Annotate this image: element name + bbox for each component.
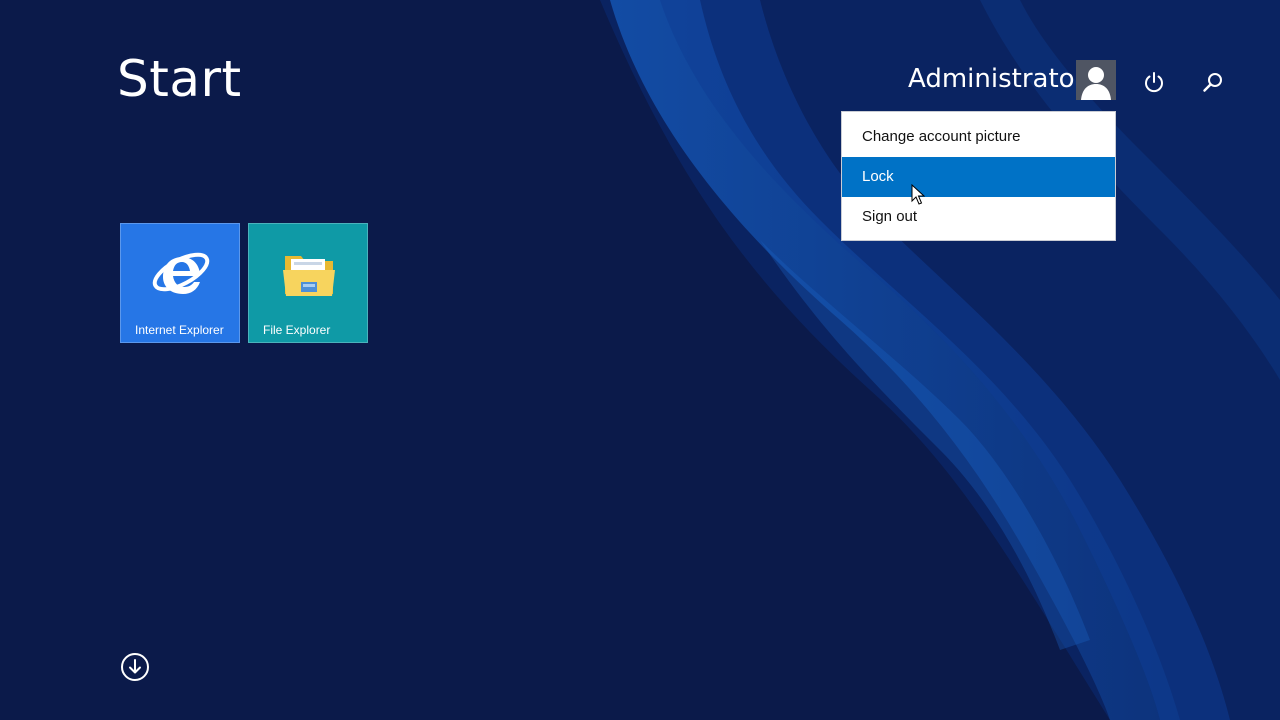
- tile-label: Internet Explorer: [135, 323, 224, 337]
- internet-explorer-icon: [152, 252, 210, 294]
- file-explorer-icon: [283, 256, 335, 296]
- search-icon[interactable]: [1197, 66, 1229, 98]
- tile-file-explorer[interactable]: File Explorer: [248, 223, 368, 343]
- down-arrow-icon[interactable]: [120, 652, 150, 682]
- start-title: Start: [117, 50, 242, 108]
- user-avatar-icon[interactable]: [1076, 60, 1116, 100]
- menu-item-sign-out[interactable]: Sign out: [842, 197, 1115, 237]
- desktop-background: [0, 0, 1280, 720]
- power-icon[interactable]: [1138, 66, 1170, 98]
- account-user-name[interactable]: Administrator: [908, 64, 1085, 94]
- tile-label: File Explorer: [263, 323, 331, 337]
- account-menu: Change account picture Lock Sign out: [841, 111, 1116, 241]
- tile-internet-explorer[interactable]: Internet Explorer: [120, 223, 240, 343]
- menu-item-lock[interactable]: Lock: [842, 157, 1115, 197]
- mouse-pointer-icon: [911, 184, 925, 205]
- menu-item-change-account-picture[interactable]: Change account picture: [842, 117, 1115, 157]
